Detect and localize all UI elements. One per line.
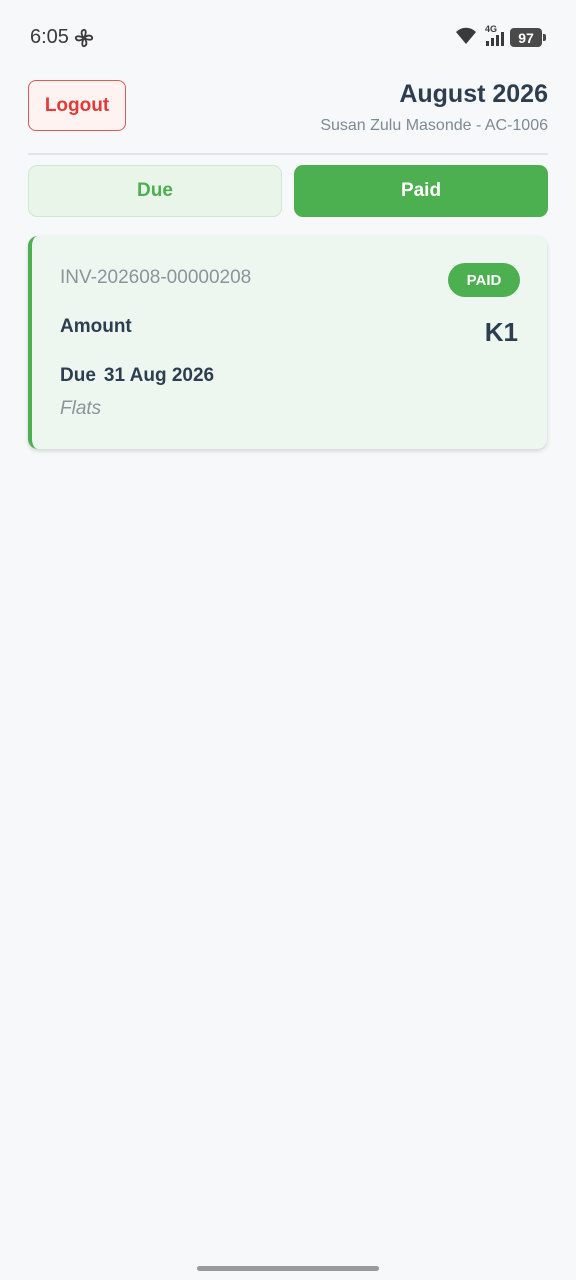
fan-icon — [74, 28, 94, 48]
logout-button[interactable]: Logout — [28, 80, 126, 131]
page-title: August 2026 — [399, 80, 548, 108]
battery-level: 97 — [518, 29, 534, 46]
account-subtitle: Susan Zulu Masonde - AC-1006 — [320, 117, 548, 134]
invoice-number: INV-202608-00000208 — [60, 267, 252, 288]
wifi-icon — [456, 27, 476, 44]
signal-icon — [486, 32, 504, 46]
tab-due[interactable]: Due — [28, 165, 282, 217]
due-row: Due 31 Aug 2026 — [60, 365, 214, 387]
home-indicator[interactable] — [197, 1266, 379, 1271]
status-time: 6:05 — [30, 26, 69, 48]
header-divider — [28, 153, 548, 155]
battery-icon: 97 — [510, 28, 546, 47]
tab-paid[interactable]: Paid — [294, 165, 548, 217]
invoice-category: Flats — [60, 398, 102, 419]
amount-label: Amount — [60, 316, 132, 337]
status-badge: PAID — [448, 263, 520, 297]
invoice-card[interactable]: INV-202608-00000208 PAID Amount K1 Due 31… — [28, 236, 547, 449]
due-date: 31 Aug 2026 — [103, 365, 215, 386]
due-label: Due — [60, 365, 96, 386]
amount-value: K1 — [484, 317, 518, 347]
status-bar: 6:05 4G 97 — [0, 0, 576, 76]
